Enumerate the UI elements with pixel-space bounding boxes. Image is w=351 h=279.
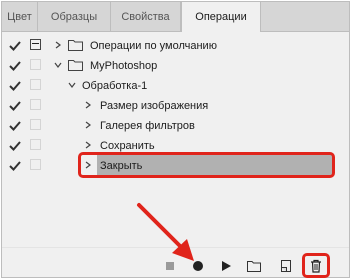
- toggle-check-icon[interactable]: [8, 158, 22, 174]
- command-label: Размер изображения: [100, 100, 209, 112]
- dialog-toggle-icon[interactable]: [30, 99, 41, 110]
- tab-properties[interactable]: Свойства: [111, 2, 181, 32]
- chevron-right-icon[interactable]: [54, 41, 62, 49]
- toggle-check-icon[interactable]: [8, 118, 22, 134]
- annotation-arrow-icon: [137, 203, 194, 261]
- dialog-toggle-icon[interactable]: [30, 39, 41, 50]
- panel-tab-bar: Цвет Образцы Свойства Операции: [2, 2, 349, 32]
- folder-icon: [68, 60, 83, 71]
- tab-swatches[interactable]: Образцы: [38, 2, 111, 32]
- action-set-label: Операции по умолчанию: [90, 40, 217, 52]
- dialog-toggle-icon[interactable]: [30, 159, 41, 170]
- dialog-toggle-icon[interactable]: [30, 139, 41, 150]
- command-row[interactable]: Размер изображения: [2, 96, 349, 116]
- chevron-down-icon[interactable]: [68, 81, 76, 89]
- action-row[interactable]: Обработка-1: [2, 76, 349, 96]
- play-icon[interactable]: [218, 258, 234, 274]
- action-set-row[interactable]: Операции по умолчанию: [2, 36, 349, 56]
- toggle-check-icon[interactable]: [8, 38, 22, 54]
- chevron-right-icon[interactable]: [84, 101, 92, 109]
- command-label: Галерея фильтров: [100, 120, 195, 132]
- chevron-right-icon[interactable]: [84, 121, 92, 129]
- action-label: Обработка-1: [82, 80, 148, 92]
- dialog-toggle-icon[interactable]: [30, 79, 41, 90]
- highlight-box-trash: [302, 253, 330, 278]
- toggle-check-icon[interactable]: [8, 58, 22, 74]
- dialog-toggle-icon[interactable]: [30, 119, 41, 130]
- chevron-down-icon[interactable]: [54, 61, 62, 69]
- toggle-check-icon[interactable]: [8, 138, 22, 154]
- folder-icon: [68, 40, 83, 51]
- actions-panel: Цвет Образцы Свойства Операции Операции …: [1, 1, 350, 278]
- action-set-label: MyPhotoshop: [90, 60, 158, 72]
- toggle-check-icon[interactable]: [8, 78, 22, 94]
- chevron-right-icon[interactable]: [84, 141, 92, 149]
- highlight-box-selected-row: [78, 152, 335, 178]
- new-set-folder-icon[interactable]: [246, 258, 262, 274]
- new-action-icon[interactable]: [278, 258, 294, 274]
- tab-actions[interactable]: Операции: [181, 2, 261, 32]
- action-set-row[interactable]: MyPhotoshop: [2, 56, 349, 76]
- dialog-toggle-icon[interactable]: [30, 59, 41, 70]
- toggle-check-icon[interactable]: [8, 98, 22, 114]
- tab-color[interactable]: Цвет: [2, 2, 38, 32]
- command-row[interactable]: Галерея фильтров: [2, 116, 349, 136]
